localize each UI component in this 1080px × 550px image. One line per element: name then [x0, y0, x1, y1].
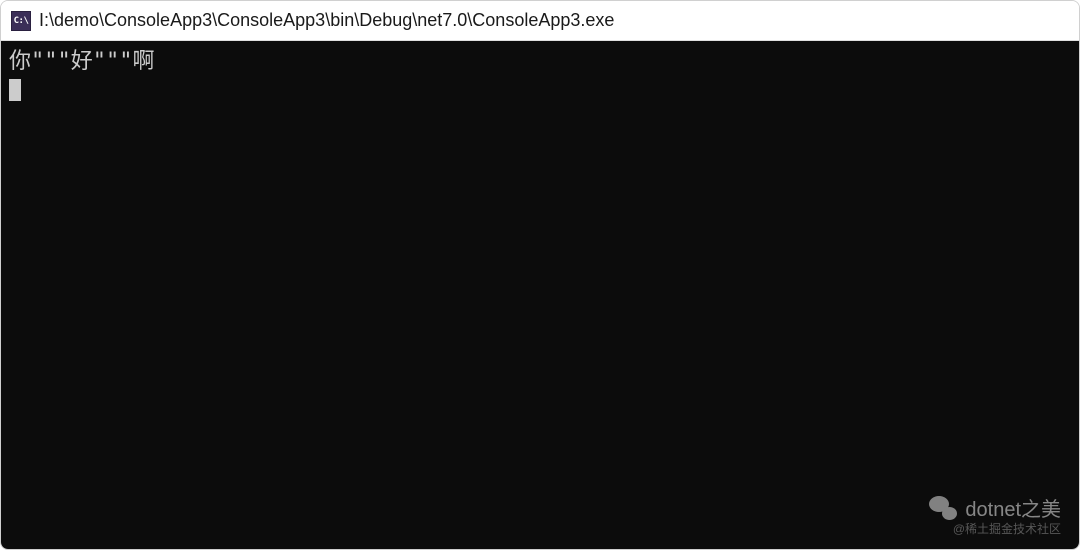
console-app-icon: C:\: [11, 11, 31, 31]
watermark-title: dotnet之美: [965, 493, 1061, 522]
watermark-subtitle: @稀土掘金技术社区: [953, 520, 1061, 537]
cursor-line: [9, 77, 1071, 101]
watermark: dotnet之美 @稀土掘金技术社区: [929, 493, 1061, 537]
console-window: C:\ I:\demo\ConsoleApp3\ConsoleApp3\bin\…: [0, 0, 1080, 550]
console-body[interactable]: 你"""好"""啊 dotnet之美 @稀土掘金技术社区: [1, 41, 1079, 549]
wechat-icon: [929, 496, 957, 520]
app-icon-text: C:\: [14, 16, 29, 26]
text-cursor: [9, 79, 21, 101]
watermark-top: dotnet之美: [929, 493, 1061, 522]
titlebar[interactable]: C:\ I:\demo\ConsoleApp3\ConsoleApp3\bin\…: [1, 1, 1079, 41]
window-title: I:\demo\ConsoleApp3\ConsoleApp3\bin\Debu…: [39, 10, 614, 31]
console-output-line: 你"""好"""啊: [9, 47, 1071, 77]
